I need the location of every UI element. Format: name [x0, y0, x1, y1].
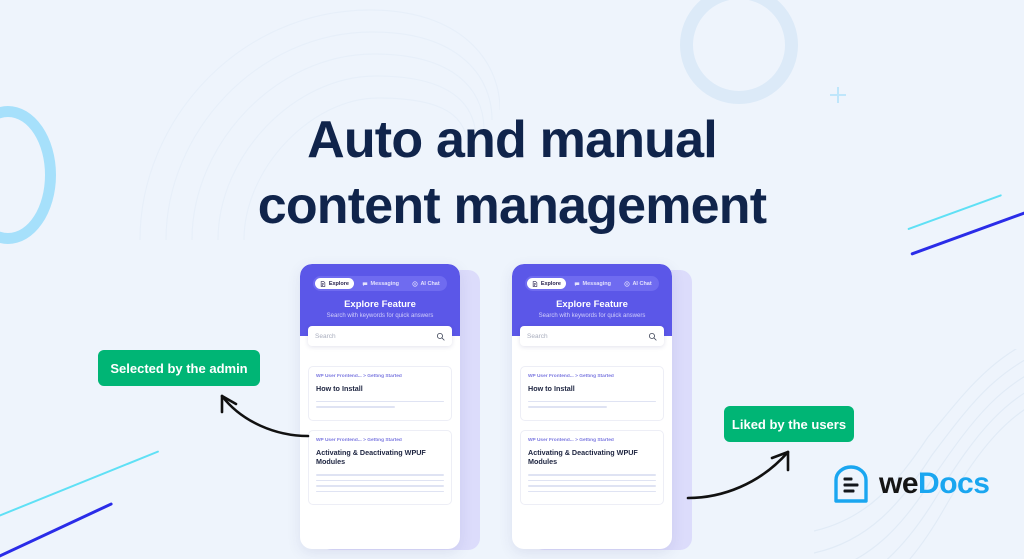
skeleton-line — [316, 406, 396, 408]
search-icon — [648, 332, 657, 341]
tab-messaging-label: Messaging — [370, 280, 399, 287]
tab-ai-chat-label: AI Chat — [632, 280, 652, 287]
explore-panel: Explore Messaging AI Chat Explore Featur… — [512, 264, 672, 549]
explore-subtitle: Search with keywords for quick answers — [538, 313, 646, 319]
arrow-to-users-badge — [686, 450, 790, 500]
list-item[interactable]: WP User Frontend... > Getting Started Ho… — [308, 366, 452, 421]
skeleton-line — [528, 400, 656, 403]
doc-title: Activating & Deactivating WPUF Modules — [528, 447, 638, 467]
skeleton-line — [528, 406, 608, 408]
search-placeholder: Search — [527, 332, 548, 340]
explore-title: Explore Feature — [556, 299, 628, 310]
sparkle-circle-icon — [412, 280, 418, 287]
list-item[interactable]: WP User Frontend... > Getting Started Ac… — [308, 429, 452, 506]
plus-icon — [830, 87, 846, 103]
search-placeholder: Search — [315, 332, 336, 340]
headline-line-2: content management — [257, 177, 767, 236]
skeleton-line — [316, 479, 444, 482]
skeleton-line — [316, 485, 444, 487]
wedocs-logo: weDocs — [832, 464, 990, 504]
doc-breadcrumb: WP User Frontend... > Getting Started — [528, 437, 614, 443]
book-icon — [321, 280, 326, 287]
status-badge-liked-by-users: Liked by the users — [724, 406, 854, 442]
explore-subtitle: Search with keywords for quick answers — [326, 313, 434, 319]
tab-explore-label: Explore — [328, 280, 349, 287]
chat-bubble-icon — [362, 281, 368, 286]
arrow-to-admin-badge — [220, 394, 310, 438]
badge-users-label: Liked by the users — [731, 416, 847, 432]
page-title: Auto and manual content management — [0, 107, 1024, 240]
background-swirl-bottom-right — [813, 349, 1024, 559]
search-input[interactable]: Search — [308, 326, 452, 346]
skeleton-line — [316, 400, 444, 403]
tab-messaging-label: Messaging — [582, 280, 611, 287]
skeleton-line — [528, 485, 656, 487]
logo-text-we: we — [879, 467, 919, 500]
sparkle-circle-icon — [624, 280, 630, 287]
search-input[interactable]: Search — [520, 326, 664, 346]
list-item[interactable]: WP User Frontend... > Getting Started Ho… — [520, 366, 664, 421]
tab-ai-chat[interactable]: AI Chat — [407, 278, 445, 289]
tab-messaging[interactable]: Messaging — [357, 278, 404, 289]
tab-bar: Explore Messaging AI Chat — [525, 276, 659, 291]
tab-explore-label: Explore — [540, 280, 561, 287]
headline-line-1: Auto and manual — [307, 110, 718, 169]
chat-bubble-icon — [574, 281, 580, 286]
decorative-ring-top-right — [680, 0, 798, 104]
list-item[interactable]: WP User Frontend... > Getting Started Ac… — [520, 429, 664, 506]
doc-title: How to Install — [316, 384, 363, 393]
decorative-line-cyan-bottom-left — [0, 450, 160, 522]
tab-explore[interactable]: Explore — [315, 278, 354, 289]
book-icon — [533, 280, 538, 287]
tab-explore[interactable]: Explore — [527, 278, 566, 289]
page-canvas: Auto and manual content management Explo… — [0, 0, 1024, 559]
document-list: WP User Frontend... > Getting Started Ho… — [512, 336, 672, 522]
tab-messaging[interactable]: Messaging — [569, 278, 616, 289]
tab-ai-chat-label: AI Chat — [420, 280, 440, 287]
doc-breadcrumb: WP User Frontend... > Getting Started — [316, 374, 402, 379]
skeleton-line — [528, 474, 656, 476]
badge-admin-label: Selected by the admin — [110, 360, 248, 376]
search-icon — [436, 332, 445, 341]
explore-panel: Explore Messaging AI Chat Explore Featur… — [300, 264, 460, 549]
status-badge-selected-by-admin: Selected by the admin — [98, 350, 260, 386]
wedocs-wordmark: weDocs — [879, 467, 990, 500]
skeleton-line — [316, 490, 444, 493]
skeleton-line — [528, 490, 656, 493]
doc-breadcrumb: WP User Frontend... > Getting Started — [316, 437, 402, 443]
skeleton-line — [316, 474, 444, 476]
tab-bar: Explore Messaging AI Chat — [313, 276, 447, 291]
left-card: Explore Messaging AI Chat Explore Featur… — [300, 264, 480, 550]
wedocs-document-icon — [834, 465, 868, 503]
doc-breadcrumb: WP User Frontend... > Getting Started — [528, 374, 614, 379]
tab-ai-chat[interactable]: AI Chat — [619, 278, 657, 289]
skeleton-line — [528, 479, 656, 482]
doc-title: How to Install — [528, 384, 575, 393]
document-list: WP User Frontend... > Getting Started Ho… — [300, 336, 460, 522]
logo-text-docs: Docs — [918, 467, 990, 500]
explore-title: Explore Feature — [344, 299, 416, 310]
decorative-line-blue-bottom-left — [0, 502, 114, 559]
doc-title: Activating & Deactivating WPUF Modules — [316, 447, 426, 467]
right-card: Explore Messaging AI Chat Explore Featur… — [512, 264, 692, 550]
